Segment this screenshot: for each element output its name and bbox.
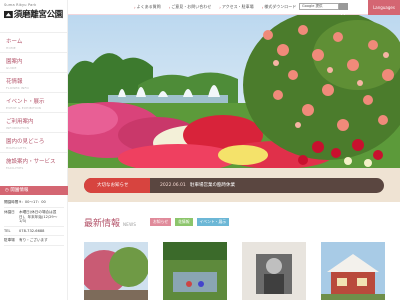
news-thumbnail-4[interactable]: [321, 242, 385, 300]
news-thumbnail-2[interactable]: [163, 242, 227, 300]
sidebar-item-sublabel: EVENT & EXHIBITION: [6, 106, 42, 110]
info-key: 開園時間: [4, 200, 19, 204]
notice-band: 大切なお知らせ 2022.06.01 駐車場営業の臨時休業: [68, 168, 400, 202]
info-value: 木曜日(休日の場合は翌日)、年末年始(12/29～1/3): [19, 210, 58, 224]
sidebar-item-sublabel: FLOWER INFO: [6, 86, 29, 90]
notice-tag: 大切なお知らせ: [84, 178, 150, 193]
opening-info-label: 開園情報: [10, 188, 29, 193]
news-filter-tags: お知らせ 花情報 イベント・展示: [150, 218, 230, 226]
important-notice[interactable]: 大切なお知らせ 2022.06.01 駐車場営業の臨時休業: [84, 178, 384, 193]
header-link-contact[interactable]: ご意見・お問い合わせ: [169, 4, 211, 10]
logo-japanese: 須磨離宮公園: [13, 10, 64, 20]
sidebar-item-label: 園内の見どころ: [6, 139, 45, 145]
sidebar-item-flower-info[interactable]: 花情報 FLOWER INFO: [0, 72, 67, 92]
sidebar-item-highlights[interactable]: 園内の見どころ HIGHLIGHTS: [0, 132, 67, 152]
sidebar-item-label: イベント・展示: [6, 99, 45, 105]
logo-crest-icon: [4, 10, 13, 18]
sidebar-item-sublabel: HOME: [6, 46, 16, 50]
info-key: 休園日: [4, 210, 15, 214]
sidebar-item-events[interactable]: イベント・展示 EVENT & EXHIBITION: [0, 92, 67, 112]
notice-date: 2022.06.01: [160, 183, 186, 188]
sidebar-item-sublabel: HIGHLIGHTS: [6, 146, 27, 150]
search-button[interactable]: [339, 3, 348, 17]
news-thumbnail-1[interactable]: [84, 242, 148, 300]
header-link-access[interactable]: アクセス・駐車場: [219, 4, 254, 10]
info-key: TEL: [4, 228, 11, 233]
sidebar-item-information[interactable]: ご利用案内 INFORMATION: [0, 112, 67, 132]
news-tag-event[interactable]: イベント・展示: [196, 218, 230, 226]
header-link-downloads[interactable]: 様式ダウンロード: [262, 4, 296, 10]
news-heading: 最新情報 NEWS: [84, 216, 136, 229]
news-thumbnail-3[interactable]: [242, 242, 306, 300]
sidebar-item-facilities[interactable]: 施設案内・サービス FACILITIES: [0, 152, 67, 172]
header-link-faq[interactable]: よくある質問: [134, 4, 161, 10]
info-row-parking: 駐車場 有り・ございます: [4, 236, 64, 247]
site-logo[interactable]: Suma Rikyu Park 須磨離宮公園: [0, 0, 67, 30]
news-thumbnails: [84, 242, 385, 300]
top-header: よくある質問 ご意見・お問い合わせ アクセス・駐車場 様式ダウンロード Goog…: [68, 0, 400, 17]
info-value: 有り・ございます: [19, 238, 48, 243]
news-tag-notice[interactable]: お知らせ: [150, 218, 172, 226]
sidebar: Suma Rikyu Park 須磨離宮公園 ホーム HOME 園案内 GUID…: [0, 0, 68, 300]
news-tag-flower[interactable]: 花情報: [175, 218, 193, 226]
notice-text[interactable]: 駐車場営業の臨時休業: [190, 178, 235, 193]
info-row-hours: 開園時間 9：00～17：00: [4, 198, 64, 208]
info-value[interactable]: 078-732-6688: [19, 229, 64, 234]
sidebar-item-sublabel: FACILITIES: [6, 166, 24, 170]
info-row-closed: 休園日 木曜日(休日の場合は翌日)、年末年始(12/29～1/3): [4, 208, 64, 227]
logo-english: Suma Rikyu Park: [4, 3, 37, 7]
sidebar-item-home[interactable]: ホーム HOME: [0, 32, 67, 52]
sidebar-item-label: ホーム: [6, 39, 23, 45]
hero-rose-garden-image: [68, 15, 400, 168]
search-input[interactable]: Google 提供: [299, 3, 339, 10]
header-links: よくある質問 ご意見・お問い合わせ アクセス・駐車場 様式ダウンロード: [134, 4, 297, 10]
info-value: 9：00～17：00: [19, 200, 46, 204]
info-row-tel: TEL 078-732-6688: [4, 227, 64, 237]
opening-info-table: 開園時間 9：00～17：00 休園日 木曜日(休日の場合は翌日)、年末年始(1…: [4, 198, 64, 247]
languages-button[interactable]: Languages: [368, 0, 400, 15]
sidebar-item-sublabel: GUIDE: [6, 66, 17, 70]
news-title: 最新情報: [84, 219, 121, 229]
sidebar-item-label: 花情報: [6, 79, 23, 85]
sidebar-item-guide[interactable]: 園案内 GUIDE: [0, 52, 67, 72]
info-key: 駐車場: [4, 238, 15, 243]
sidebar-item-label: 園案内: [6, 59, 23, 65]
sidebar-item-label: 施設案内・サービス: [6, 159, 56, 165]
opening-info-heading: ◷ 開園情報: [0, 186, 68, 195]
sidebar-item-label: ご利用案内: [6, 119, 34, 125]
news-title-en: NEWS: [123, 222, 137, 227]
sidebar-item-sublabel: INFORMATION: [6, 126, 30, 130]
